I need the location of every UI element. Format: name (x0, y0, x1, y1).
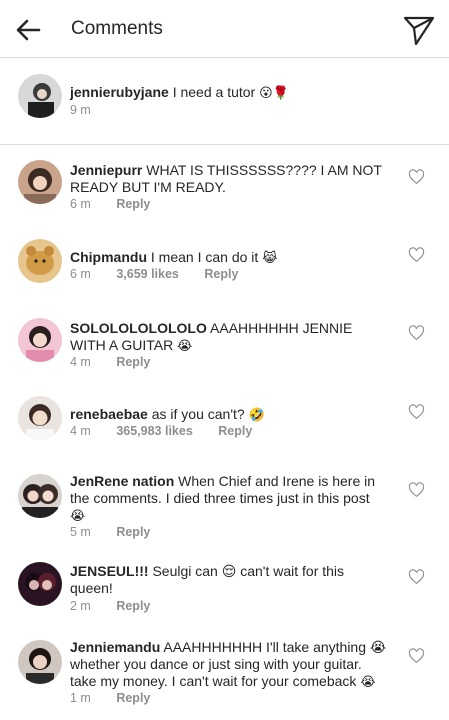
username[interactable]: SOLOLOLOLOLOLO (70, 320, 207, 336)
username[interactable]: Jenniemandu (70, 639, 160, 655)
heart-icon[interactable] (408, 325, 425, 341)
timestamp: 9 m (70, 103, 91, 117)
avatar[interactable] (18, 160, 62, 204)
comment-emoji: 😭 (70, 509, 86, 524)
comment-emoji: 🤣 (248, 408, 265, 423)
like-count[interactable]: 3,659 likes (116, 267, 179, 281)
username[interactable]: Chipmandu (70, 249, 147, 265)
comment-emoji: 😭 (360, 675, 376, 690)
top-bar: Comments (0, 0, 449, 58)
avatar[interactable] (18, 562, 62, 606)
avatar[interactable] (18, 396, 62, 440)
heart-icon[interactable] (408, 404, 425, 420)
username[interactable]: Jenniepurr (70, 162, 142, 178)
avatar[interactable] (18, 239, 62, 283)
reply-button[interactable]: Reply (116, 691, 150, 705)
comment-emoji: 😭 (177, 339, 193, 354)
paper-plane-icon[interactable] (402, 13, 436, 47)
username[interactable]: renebaebae (70, 406, 148, 422)
avatar[interactable] (18, 74, 62, 118)
reply-button[interactable]: Reply (218, 424, 252, 438)
heart-icon[interactable] (408, 648, 425, 664)
like-count[interactable]: 365,983 likes (116, 424, 192, 438)
timestamp: 6 m (70, 197, 91, 211)
avatar[interactable] (18, 318, 62, 362)
timestamp: 1 m (70, 691, 91, 705)
avatar[interactable] (18, 640, 62, 684)
page-title: Comments (71, 18, 163, 39)
caption-text: I need a tutor (172, 84, 256, 100)
timestamp: 2 m (70, 599, 91, 613)
timestamp: 5 m (70, 525, 91, 539)
reply-button[interactable]: Reply (204, 267, 238, 281)
heart-icon[interactable] (408, 482, 425, 498)
caption-emoji: 😮🌹 (259, 86, 289, 101)
reply-button[interactable]: Reply (116, 525, 150, 539)
comment-text: as if you can't? (151, 406, 245, 422)
comment-text: I mean I can do it (150, 249, 259, 265)
post-caption: jennierubyjane I need a tutor 😮🌹 9 m (0, 58, 449, 145)
heart-icon[interactable] (408, 247, 425, 263)
arrow-left-icon[interactable] (14, 16, 42, 44)
heart-icon[interactable] (408, 569, 425, 585)
username[interactable]: JENSEUL!!! (70, 563, 149, 579)
reply-button[interactable]: Reply (116, 197, 150, 211)
username[interactable]: jennierubyjane (70, 84, 169, 100)
timestamp: 6 m (70, 267, 91, 281)
heart-icon[interactable] (408, 169, 425, 185)
comment-emoji: 😹 (262, 251, 278, 266)
avatar[interactable] (18, 474, 62, 518)
reply-button[interactable]: Reply (116, 355, 150, 369)
timestamp: 4 m (70, 424, 91, 438)
reply-button[interactable]: Reply (116, 599, 150, 613)
username[interactable]: JenRene nation (70, 473, 174, 489)
timestamp: 4 m (70, 355, 91, 369)
